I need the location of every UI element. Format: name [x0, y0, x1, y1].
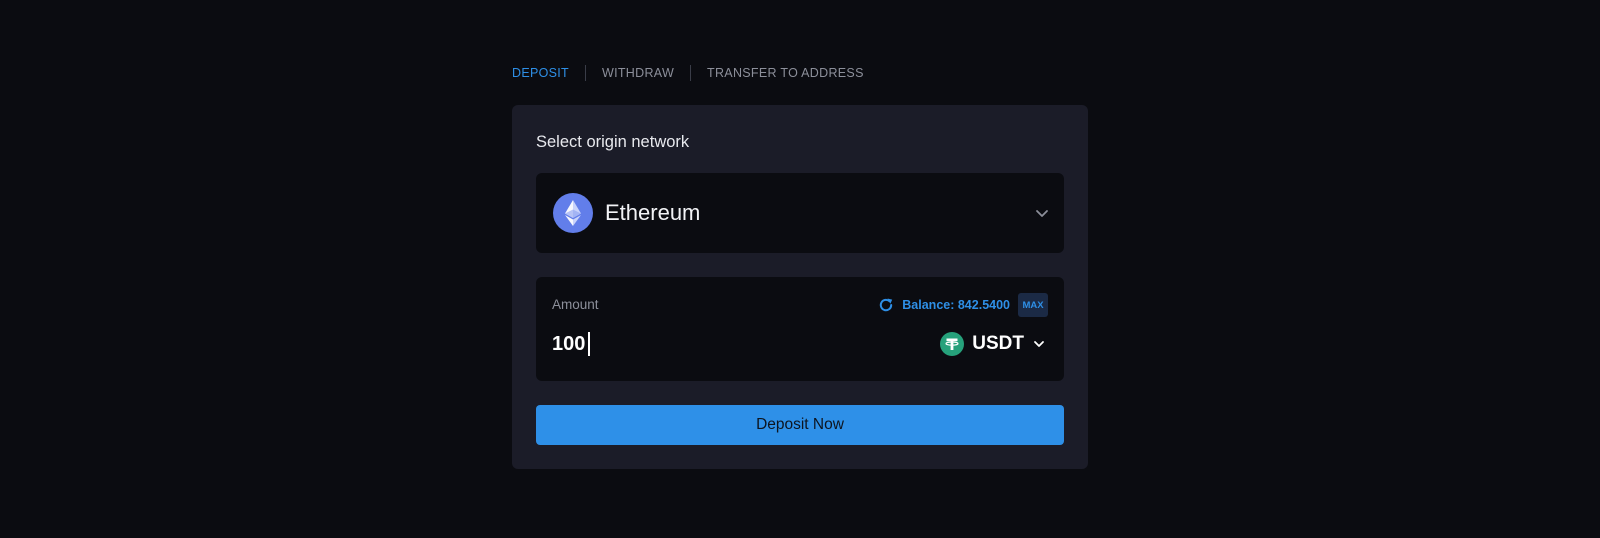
tab-withdraw[interactable]: WITHDRAW [602, 63, 674, 83]
balance-row: Balance: 842.5400 MAX [878, 293, 1048, 317]
amount-label: Amount [552, 297, 599, 312]
token-select[interactable]: USDT [940, 331, 1046, 357]
network-name: Ethereum [605, 200, 701, 225]
ethereum-icon [553, 193, 593, 233]
tab-divider [690, 65, 692, 81]
tab-transfer-to-address[interactable]: TRANSFER TO ADDRESS [707, 63, 864, 83]
amount-panel: Amount Balance: 842.5400 MAX USDT [536, 277, 1064, 381]
network-select[interactable]: Ethereum [536, 173, 1064, 253]
refresh-icon[interactable] [878, 297, 894, 313]
balance-text: Balance: 842.5400 [902, 298, 1010, 312]
token-symbol: USDT [972, 333, 1024, 354]
tab-deposit[interactable]: DEPOSIT [512, 63, 569, 83]
amount-input[interactable] [552, 329, 852, 359]
max-button[interactable]: MAX [1018, 293, 1048, 317]
deposit-now-button[interactable]: Deposit Now [536, 405, 1064, 445]
text-caret [588, 332, 590, 356]
chevron-down-icon [1036, 210, 1048, 217]
transfer-tabs: DEPOSIT WITHDRAW TRANSFER TO ADDRESS [512, 63, 864, 83]
tab-divider [584, 65, 586, 81]
deposit-card: Select origin network Ethereum Amount Ba… [512, 105, 1088, 469]
card-title: Select origin network [536, 133, 690, 151]
chevron-down-icon [1034, 341, 1044, 347]
tether-icon [940, 332, 965, 356]
